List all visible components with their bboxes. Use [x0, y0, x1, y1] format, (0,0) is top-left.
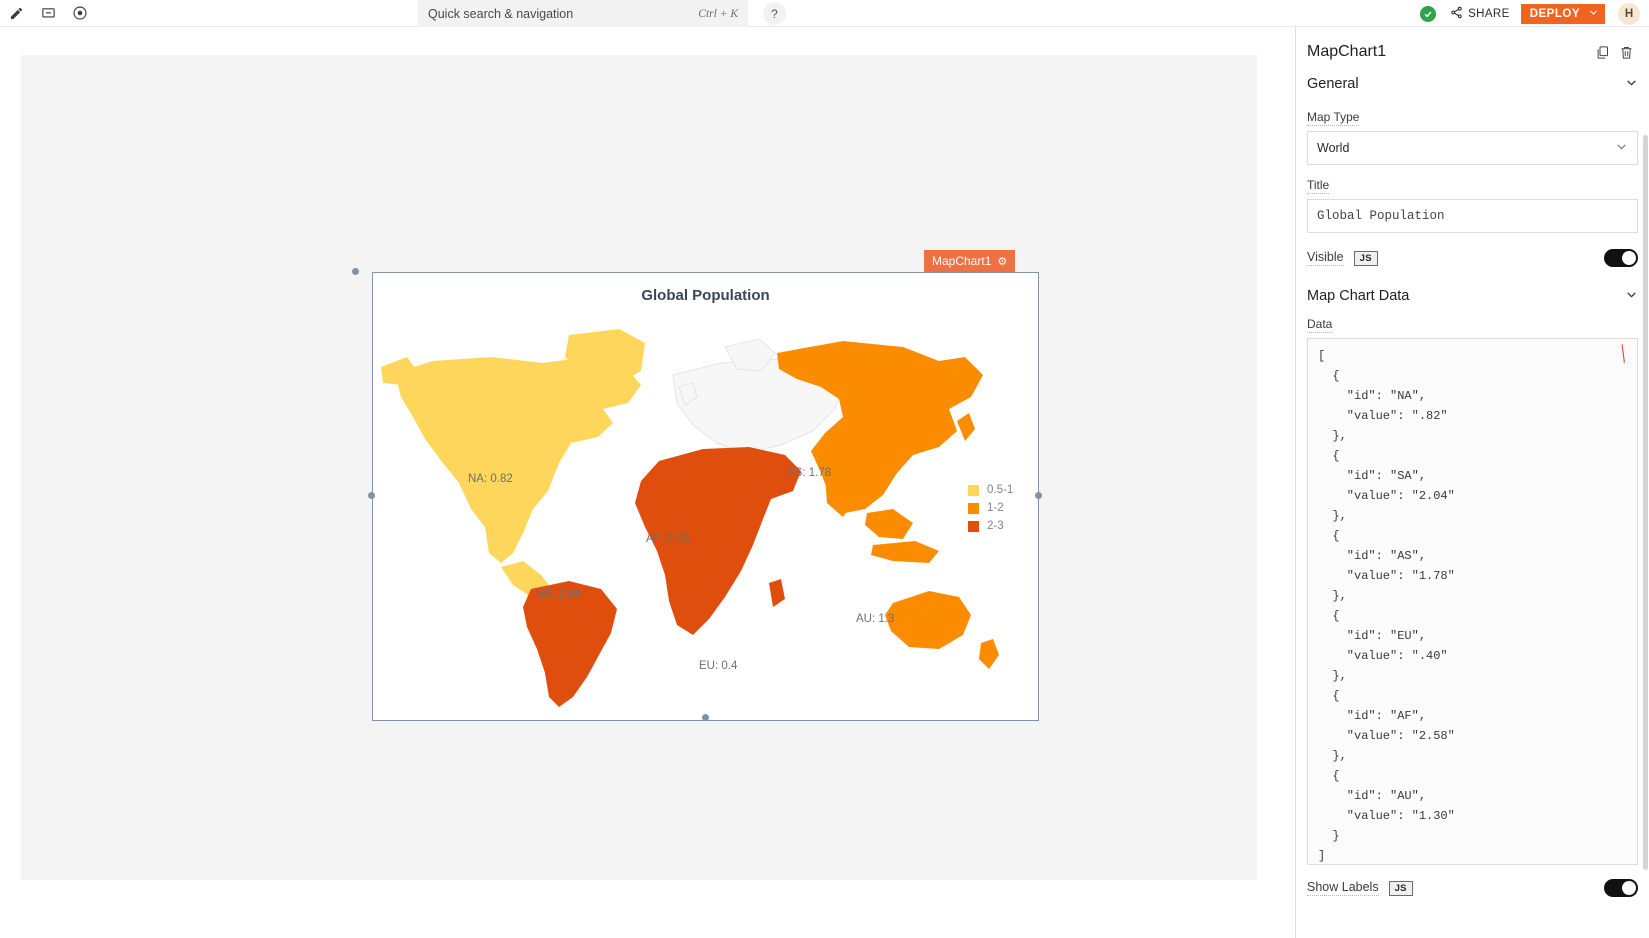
trash-icon[interactable] [1614, 40, 1638, 64]
field-data: Data [ { "id": "NA", "value": ".82" }, {… [1307, 309, 1638, 865]
field-map-type: Map Type World [1307, 97, 1638, 165]
help-button[interactable]: ? [763, 2, 786, 25]
legend-label-0: 0.5-1 [987, 484, 1013, 496]
map-label-na: NA: 0.82 [468, 473, 513, 485]
section-general[interactable]: General [1307, 71, 1638, 97]
map-chart-widget[interactable]: Global Population [372, 272, 1039, 721]
widget-tag-label: MapChart1 [932, 254, 991, 268]
search-shortcut: Ctrl + K [698, 8, 738, 20]
resize-handle-left[interactable] [368, 492, 375, 499]
show-labels-label: Show Labels [1307, 880, 1379, 896]
map-type-value: World [1317, 141, 1615, 155]
map-label-sa: SA: 2.04 [536, 588, 580, 600]
map-region-as-sea [865, 509, 913, 539]
map-region-as-indonesia [871, 541, 939, 563]
top-toolbar-tools [0, 0, 96, 27]
visible-js-badge[interactable]: JS [1354, 251, 1378, 266]
share-label: SHARE [1468, 8, 1510, 20]
map-type-label: Map Type [1307, 110, 1359, 126]
legend-item: 2-3 [968, 520, 1013, 532]
chart-title: Global Population [373, 287, 1038, 304]
map-type-select[interactable]: World [1307, 131, 1638, 165]
map-label-eu: EU: 0.4 [699, 660, 737, 672]
legend-item: 1-2 [968, 502, 1013, 514]
map-region-na [395, 357, 641, 563]
widget-name-tag[interactable]: MapChart1 ⚙ [924, 250, 1015, 272]
legend-label-1: 1-2 [987, 502, 1004, 514]
share-button[interactable]: SHARE [1450, 6, 1510, 22]
gear-icon[interactable]: ⚙ [997, 255, 1007, 268]
map-label-au: AU: 1.3 [856, 613, 894, 625]
copy-icon[interactable] [1590, 40, 1614, 64]
title-label: Title [1307, 178, 1329, 194]
world-map[interactable]: NA: 0.82 SA: 2.04 AS: 1.78 EU: 0.4 AF: 2… [373, 313, 1040, 713]
check-circle-icon [1420, 6, 1436, 22]
field-visible: Visible JS [1307, 249, 1638, 267]
legend-swatch-2 [968, 521, 979, 532]
search-placeholder: Quick search & navigation [428, 7, 698, 21]
section-map-chart-data-label: Map Chart Data [1307, 288, 1409, 304]
visible-label: Visible [1307, 250, 1344, 266]
title-input[interactable]: Global Population [1307, 199, 1638, 233]
avatar[interactable]: H [1618, 3, 1640, 25]
edit-pencil-icon[interactable]: ╱ [1615, 344, 1633, 365]
top-toolbar: Quick search & navigation Ctrl + K ? SHA… [0, 0, 1649, 27]
panel-header: MapChart1 [1307, 27, 1638, 67]
canvas-sheet[interactable]: MapChart1 ⚙ Global Population [21, 55, 1257, 880]
field-show-labels: Show Labels JS [1307, 879, 1638, 897]
legend-swatch-0 [968, 485, 979, 496]
top-toolbar-right: SHARE DEPLOY H [1420, 0, 1649, 27]
map-legend: 0.5-1 1-2 2-3 [968, 484, 1013, 532]
chevron-down-icon[interactable] [1615, 140, 1628, 156]
chevron-down-icon[interactable] [1625, 288, 1638, 304]
legend-label-2: 2-3 [987, 520, 1004, 532]
resize-handle-bottom[interactable] [702, 714, 709, 721]
chevron-down-icon[interactable] [1589, 8, 1598, 20]
resize-handle-top[interactable] [352, 268, 359, 275]
data-json-editor[interactable]: [ { "id": "NA", "value": ".82" }, { "id"… [1307, 338, 1638, 865]
toggle-knob [1622, 881, 1636, 895]
section-general-label: General [1307, 76, 1359, 92]
map-region-au-nz [979, 639, 999, 669]
visible-toggle[interactable] [1604, 249, 1638, 267]
deploy-label: DEPLOY [1530, 8, 1580, 20]
deploy-button[interactable]: DEPLOY [1521, 4, 1605, 24]
show-labels-js-badge[interactable]: JS [1389, 881, 1413, 896]
section-map-chart-data[interactable]: Map Chart Data [1307, 283, 1638, 309]
edit-pencil-icon[interactable] [0, 0, 32, 27]
comment-icon[interactable] [32, 0, 64, 27]
preview-eye-icon[interactable] [64, 0, 96, 27]
show-labels-toggle[interactable] [1604, 879, 1638, 897]
map-label-as: AS: 1.78 [787, 467, 831, 479]
legend-swatch-1 [968, 503, 979, 514]
legend-item: 0.5-1 [968, 484, 1013, 496]
toggle-knob [1622, 251, 1636, 265]
map-region-af-madagascar [769, 579, 785, 607]
editor-canvas[interactable]: MapChart1 ⚙ Global Population [0, 27, 1295, 938]
share-icon [1450, 6, 1463, 22]
map-label-af: AF: 2.58 [646, 533, 689, 545]
search-input[interactable]: Quick search & navigation Ctrl + K [418, 0, 748, 27]
map-region-as-japan [957, 413, 975, 441]
properties-panel: MapChart1 General Map Type World [1295, 27, 1649, 938]
panel-scrollbar[interactable] [1643, 135, 1648, 870]
map-region-au [885, 591, 971, 649]
resize-handle-right[interactable] [1035, 492, 1042, 499]
chevron-down-icon[interactable] [1625, 76, 1638, 92]
field-title: Title Global Population [1307, 165, 1638, 233]
data-label: Data [1307, 317, 1332, 333]
data-json-text: [ { "id": "NA", "value": ".82" }, { "id"… [1318, 349, 1455, 863]
page-title: MapChart1 [1307, 43, 1590, 61]
